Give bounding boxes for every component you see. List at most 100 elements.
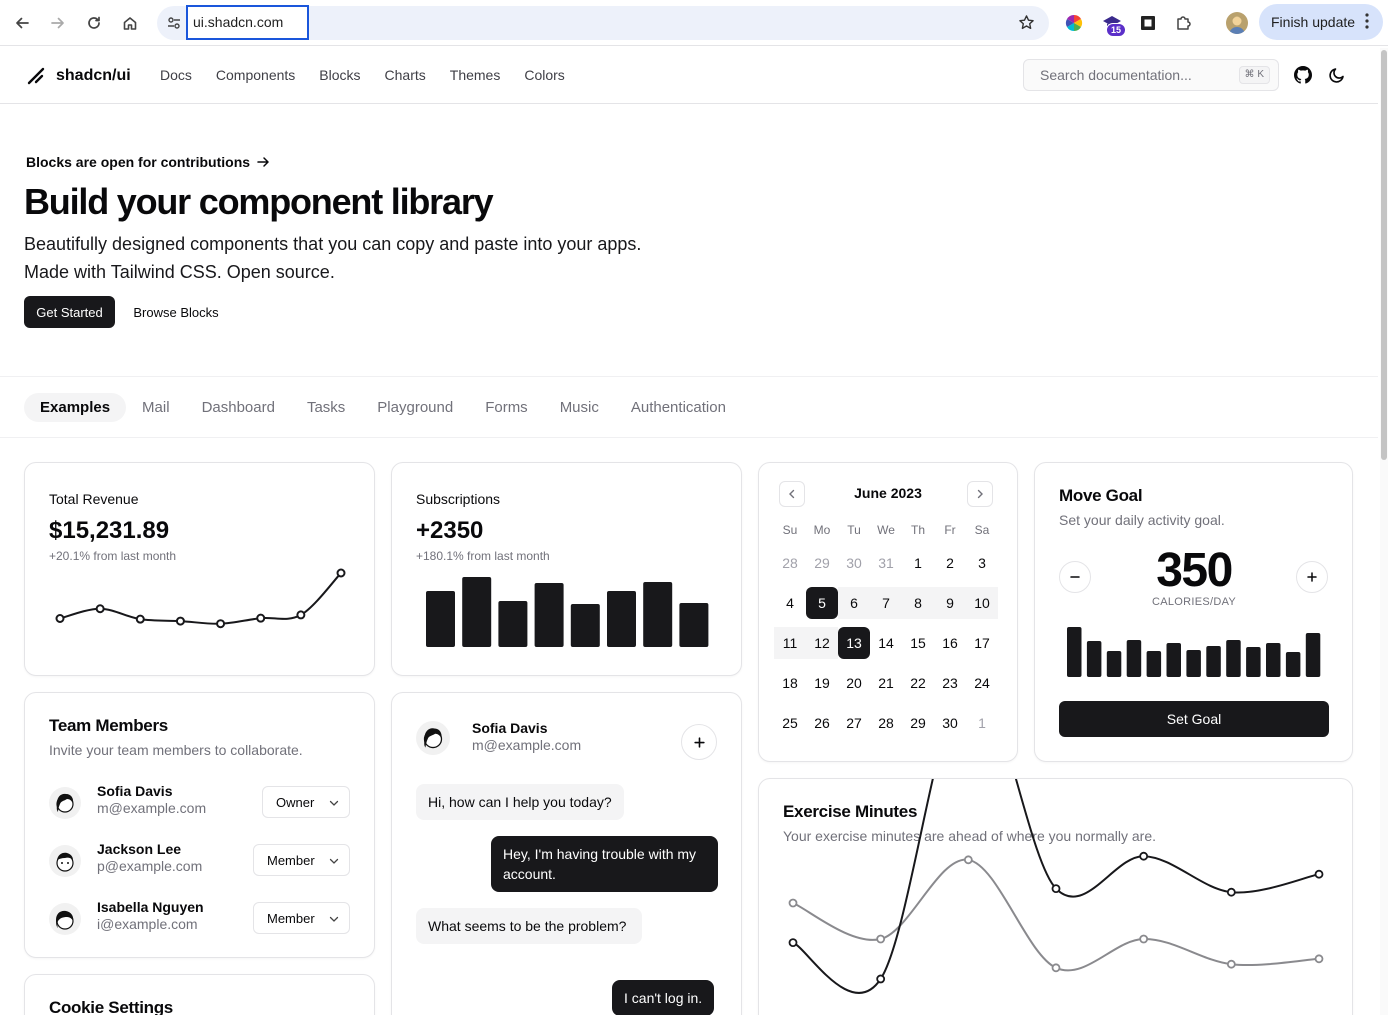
- calendar-day[interactable]: 21: [870, 667, 902, 699]
- set-goal-button[interactable]: Set Goal: [1059, 701, 1329, 737]
- search-shortcut: ⌘ K: [1238, 66, 1270, 84]
- subscriptions-bar: [462, 577, 492, 647]
- extension-badge: 15: [1106, 23, 1126, 37]
- calendar-day[interactable]: 31: [870, 547, 902, 579]
- calendar-day[interactable]: 3: [966, 547, 998, 579]
- calendar-weekday: Fr: [944, 522, 956, 537]
- nav-charts[interactable]: Charts: [385, 67, 426, 83]
- home-icon[interactable]: [118, 11, 142, 35]
- calendar-day[interactable]: 30: [838, 547, 870, 579]
- get-started-button[interactable]: Get Started: [24, 296, 115, 328]
- calendar-day[interactable]: 29: [902, 707, 934, 739]
- exercise-line-chart: [788, 779, 1324, 994]
- chevron-down-icon: [329, 916, 339, 922]
- color-picker-extension-icon[interactable]: [1062, 11, 1086, 35]
- calendar-day[interactable]: 1: [966, 707, 998, 739]
- calendar-day[interactable]: 8: [902, 587, 934, 619]
- calendar-day[interactable]: 28: [870, 707, 902, 739]
- url-input[interactable]: ui.shadcn.com: [186, 5, 309, 40]
- calendar-day[interactable]: 22: [902, 667, 934, 699]
- subscriptions-bar: [607, 591, 636, 647]
- announcement-text: Blocks are open for contributions: [26, 154, 251, 170]
- search-input[interactable]: Search documentation... ⌘ K: [1023, 59, 1279, 91]
- goal-bar: [1166, 643, 1181, 677]
- brand-logo[interactable]: shadcn/ui: [26, 66, 131, 86]
- exercise-point: [1314, 954, 1324, 964]
- site-info-icon[interactable]: [165, 14, 183, 32]
- calendar-day[interactable]: 25: [774, 707, 806, 739]
- github-icon[interactable]: [1294, 66, 1312, 84]
- calendar-day[interactable]: 28: [774, 547, 806, 579]
- member-name: Sofia Davis: [97, 783, 173, 799]
- dark-mode-moon-icon[interactable]: [1328, 66, 1346, 84]
- calendar-day[interactable]: 15: [902, 627, 934, 659]
- bookmark-star-icon[interactable]: [1018, 14, 1035, 36]
- role-select[interactable]: Owner: [262, 786, 350, 818]
- back-icon[interactable]: [10, 11, 34, 35]
- calendar-day[interactable]: 24: [966, 667, 998, 699]
- revenue-card: Total Revenue $15,231.89 +20.1% from las…: [24, 462, 375, 676]
- more-vertical-icon[interactable]: [1365, 13, 1369, 32]
- goal-bar: [1186, 650, 1201, 677]
- frame-extension-icon[interactable]: [1136, 11, 1160, 35]
- calendar-day[interactable]: 26: [806, 707, 838, 739]
- section-divider: [0, 376, 1378, 377]
- tab-examples[interactable]: Examples: [24, 393, 127, 422]
- calendar-day[interactable]: 5: [806, 587, 838, 619]
- calendar-day[interactable]: 20: [838, 667, 870, 699]
- tab-tasks[interactable]: Tasks: [291, 393, 361, 422]
- finish-update-button[interactable]: Finish update: [1259, 4, 1383, 40]
- calendar-day[interactable]: 2: [934, 547, 966, 579]
- role-select[interactable]: Member: [253, 902, 350, 934]
- calendar-day[interactable]: 13: [838, 627, 870, 659]
- calendar-day[interactable]: 10: [966, 587, 998, 619]
- role-value: Member: [267, 910, 315, 926]
- calendar-day[interactable]: 4: [774, 587, 806, 619]
- tab-forms[interactable]: Forms: [469, 393, 544, 422]
- calendar-day[interactable]: 1: [902, 547, 934, 579]
- extensions-puzzle-icon[interactable]: [1172, 11, 1196, 35]
- revenue-point: [296, 610, 306, 620]
- nav-components[interactable]: Components: [216, 67, 295, 83]
- nav-blocks[interactable]: Blocks: [319, 67, 360, 83]
- page-scrollbar[interactable]: [1380, 48, 1388, 1015]
- calendar-day[interactable]: 30: [934, 707, 966, 739]
- profile-avatar[interactable]: [1226, 12, 1248, 34]
- reload-icon[interactable]: [82, 11, 106, 35]
- member-email: i@example.com: [97, 916, 198, 932]
- exercise-point: [788, 938, 798, 948]
- calendar-day[interactable]: 6: [838, 587, 870, 619]
- calendar-day[interactable]: 12: [806, 627, 838, 659]
- calendar-day[interactable]: 7: [870, 587, 902, 619]
- calendar-day[interactable]: 14: [870, 627, 902, 659]
- tab-authentication[interactable]: Authentication: [615, 393, 742, 422]
- tab-music[interactable]: Music: [544, 393, 615, 422]
- calendar-day[interactable]: 19: [806, 667, 838, 699]
- calendar-next-button[interactable]: [967, 481, 993, 507]
- calendar-day[interactable]: 29: [806, 547, 838, 579]
- tab-mail[interactable]: Mail: [126, 393, 186, 422]
- team-description: Invite your team members to collaborate.: [49, 742, 303, 758]
- scrollbar-thumb[interactable]: [1381, 50, 1387, 460]
- announcement-link[interactable]: Blocks are open for contributions: [26, 154, 270, 170]
- calendar-day[interactable]: 17: [966, 627, 998, 659]
- calendar-day[interactable]: 23: [934, 667, 966, 699]
- calendar-day[interactable]: 18: [774, 667, 806, 699]
- nav-themes[interactable]: Themes: [450, 67, 501, 83]
- revenue-point: [216, 619, 226, 629]
- role-select[interactable]: Member: [253, 844, 350, 876]
- tab-playground[interactable]: Playground: [361, 393, 469, 422]
- calendar-day[interactable]: 11: [774, 627, 806, 659]
- calendar-day[interactable]: 27: [838, 707, 870, 739]
- brand-name: shadcn/ui: [56, 67, 131, 84]
- nav-colors[interactable]: Colors: [524, 67, 564, 83]
- nav-docs[interactable]: Docs: [160, 67, 192, 83]
- calendar-day[interactable]: 9: [934, 587, 966, 619]
- tab-dashboard[interactable]: Dashboard: [186, 393, 291, 422]
- address-bar[interactable]: ui.shadcn.com: [157, 5, 1049, 40]
- cookie-title: Cookie Settings: [49, 998, 173, 1015]
- browse-blocks-button[interactable]: Browse Blocks: [122, 296, 230, 328]
- new-message-button[interactable]: [681, 724, 717, 760]
- calendar-day[interactable]: 16: [934, 627, 966, 659]
- forward-icon[interactable]: [46, 11, 70, 35]
